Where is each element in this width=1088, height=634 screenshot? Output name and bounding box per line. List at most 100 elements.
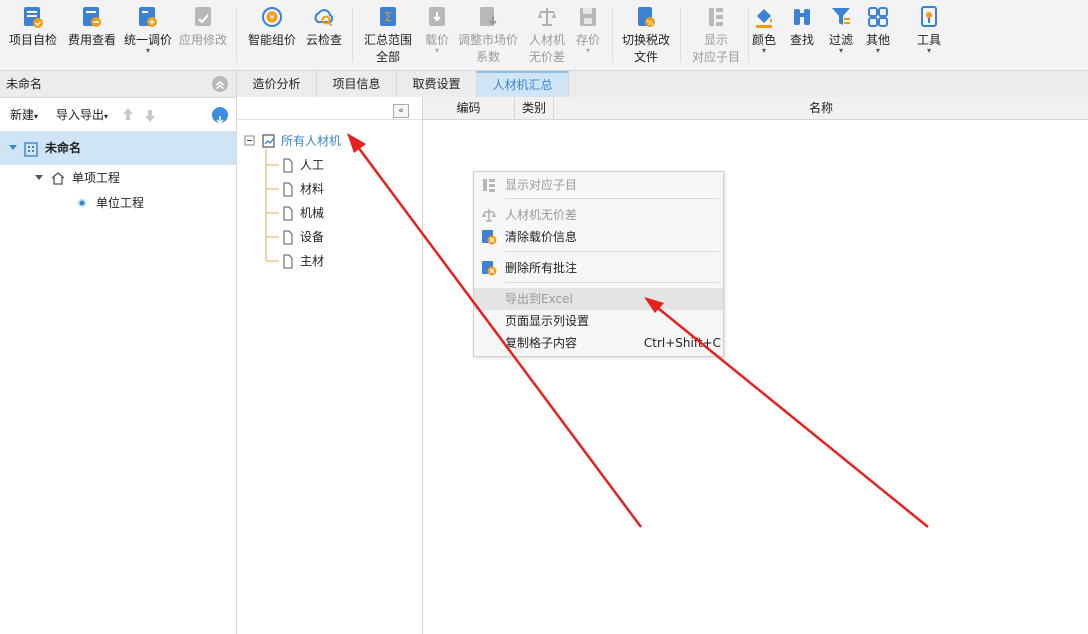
ribbon-toolbar: 项目自检 费用查看 统一调价 ▾ 应用修改 ¥ 智能组价 云检查 Σ 汇总范围 … [0,0,1088,71]
tree-unit-project-label[interactable]: 单位工程 [96,194,144,212]
document-icon [282,204,294,227]
switch-tax-file-button[interactable]: % 切换税改 文件 [618,0,674,70]
paint-bucket-icon [756,9,772,28]
unified-price-adjust-button[interactable]: 统一调价 ▾ [120,0,176,70]
price-adjust-icon [139,7,157,27]
document-icon [282,228,294,251]
tools-icon [921,6,937,27]
tree-collapse-toggle[interactable] [244,132,255,155]
tree-item-machinery[interactable]: 机械 [300,204,324,222]
minus-box-icon [244,135,255,146]
column-header-code[interactable]: 编码 [423,97,515,119]
chevron-down-icon: ▾ [434,46,439,55]
project-check-icon [24,7,43,28]
radio-dot-icon [76,194,88,217]
no-price-diff-button[interactable]: 人材机 无价差 [524,0,570,70]
filter-icon [832,8,850,25]
menu-separator [505,282,719,283]
adjust-market-price-sub: 系数 [475,50,500,64]
chevron-down-icon: ▾ [104,112,109,121]
tools-button[interactable]: 工具 ▾ [912,0,946,70]
toolbar-divider [612,8,613,62]
show-sub-items-button[interactable]: 显示 对应子目 [688,0,744,70]
grid-apps-icon [868,7,888,27]
tab-project-info[interactable]: 项目信息 [317,71,397,97]
column-header-name[interactable]: 名称 [554,97,1088,119]
tree-item-equipment[interactable]: 设备 [300,228,324,246]
context-menu: 显示对应子目 人材机无价差 清除载价信息 删除所有批注 导出到Excel 页面显… [473,171,724,357]
chevron-down-icon: ▾ [838,46,843,55]
switch-tax-file-label: 切换税改 [621,33,670,47]
menu-item-show-sub-items[interactable]: 显示对应子目 [474,174,723,196]
save-price-icon [580,8,596,26]
content-tabs: 造价分析 项目信息 取费设置 人材机汇总 [237,71,1088,98]
fee-view-button[interactable]: 费用查看 [64,0,120,70]
tree-expand-single[interactable] [34,169,44,192]
switch-tax-file-sub: 文件 [633,50,658,64]
summary-scope-button[interactable]: Σ 汇总范围 全部 [360,0,416,70]
cloud-check-icon [314,9,334,27]
apply-changes-button[interactable]: 应用修改 [176,0,230,70]
menu-item-label: 人材机无价差 [505,208,578,222]
column-header-type[interactable]: 类别 [515,97,554,119]
clear-price-icon [482,230,497,245]
menu-item-clear-price-info[interactable]: 清除载价信息 [474,226,723,248]
adjust-market-price-icon [480,7,497,26]
arrow-up-icon [123,108,133,120]
import-export-button[interactable]: 导入导出▾ [56,98,108,134]
double-chevron-left-icon: « [398,106,404,116]
tab-cost-analysis[interactable]: 造价分析 [237,71,317,97]
tab-fee-settings[interactable]: 取费设置 [397,71,477,97]
menu-item-copy-cell[interactable]: 复制格子内容 Ctrl+Shift+C [474,332,723,354]
tree-root-label: 未命名 [45,141,82,155]
load-price-icon [429,7,445,26]
tree-item-labor[interactable]: 人工 [300,156,324,174]
project-panel-header: 未命名 [0,71,236,98]
caret-down-icon [9,145,17,150]
new-button[interactable]: 新建▾ [10,98,38,134]
tree-item-main-material[interactable]: 主材 [300,252,324,270]
download-button[interactable] [212,107,228,125]
balance-scale-icon [538,8,556,26]
tree-single-project-label[interactable]: 单项工程 [72,169,120,187]
smart-pricing-button[interactable]: ¥ 智能组价 [244,0,300,70]
tree-item-material[interactable]: 材料 [300,180,324,198]
find-button[interactable]: 查找 [786,0,818,70]
adjust-market-price-button[interactable]: 调整市场价 系数 [456,0,520,70]
cloud-check-button[interactable]: 云检查 [302,0,346,70]
cloud-check-label: 云检查 [305,33,342,47]
collapse-panel-button[interactable] [212,76,228,92]
color-button[interactable]: 颜色 ▾ [748,0,780,70]
menu-item-delete-all-notes[interactable]: 删除所有批注 [474,257,723,279]
menu-item-shortcut: Ctrl+Shift+C [643,336,721,350]
menu-item-export-excel[interactable]: 导出到Excel [474,288,723,310]
load-price-button[interactable]: 载价 ▾ [418,0,456,70]
collapse-tree-button[interactable]: « [393,104,409,118]
save-price-button[interactable]: 存价 ▾ [570,0,606,70]
project-panel-tools: 新建▾ 导入导出▾ [0,98,236,133]
summary-scope-icon: Σ [380,7,396,26]
category-tree-panel: « 所有人材机 人工 材料 机械 设备 主材 [237,97,423,634]
tree-expand-root[interactable] [8,139,18,162]
tree-connector-lines [265,149,279,262]
tab-labor-material-summary[interactable]: 人材机汇总 [477,71,569,97]
menu-separator [505,251,719,252]
find-label: 查找 [789,33,814,47]
filter-button[interactable]: 过滤 ▾ [824,0,858,70]
other-button[interactable]: 其他 ▾ [862,0,894,70]
menu-item-column-settings[interactable]: 页面显示列设置 [474,310,723,332]
binoculars-icon [794,9,810,25]
tree-all-resources[interactable]: 所有人材机 [281,132,341,150]
chevron-down-icon: ▾ [34,112,39,121]
show-sub-items-sub: 对应子目 [691,50,740,64]
menu-item-no-price-diff[interactable]: 人材机无价差 [474,204,723,226]
arrow-down-icon [145,110,155,122]
project-check-button[interactable]: 项目自检 [4,0,62,70]
fee-view-icon [83,7,101,27]
menu-item-label: 显示对应子目 [505,178,578,192]
import-export-label: 导入导出 [56,108,105,122]
chevron-down-icon: ▾ [761,46,766,55]
no-price-diff-sub: 无价差 [528,50,565,64]
document-icon [282,252,294,275]
chevron-down-icon: ▾ [145,46,150,55]
